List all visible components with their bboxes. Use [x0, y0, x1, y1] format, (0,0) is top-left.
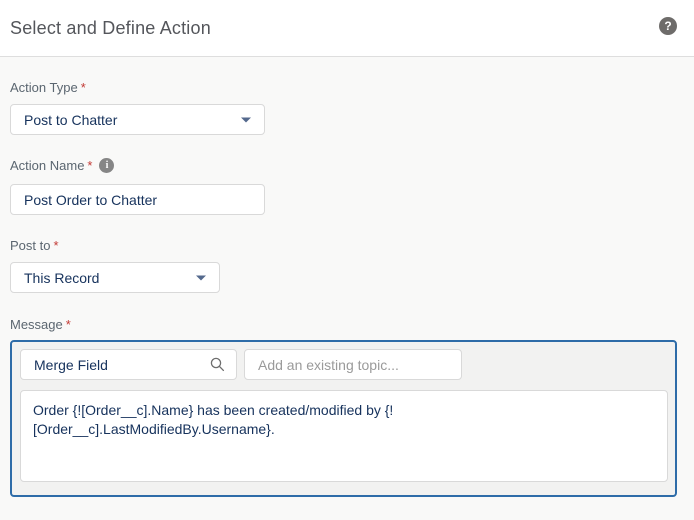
panel-header: Select and Define Action ? [0, 0, 694, 57]
post-to-selected-value: This Record [24, 270, 99, 286]
help-icon[interactable]: ? [659, 17, 677, 35]
info-icon[interactable]: i [99, 158, 114, 173]
required-asterisk: * [66, 317, 71, 332]
required-asterisk: * [53, 238, 58, 253]
post-to-label-row: Post to* [10, 238, 59, 253]
message-composer: Merge Field Order {![Order__c].Name} has… [10, 340, 677, 497]
post-to-dropdown[interactable]: This Record [10, 262, 220, 293]
chevron-down-icon [196, 275, 206, 280]
action-name-input[interactable] [10, 184, 265, 215]
merge-field-label: Merge Field [34, 357, 210, 373]
chevron-down-icon [241, 117, 251, 122]
action-type-selected-value: Post to Chatter [24, 112, 117, 128]
action-type-dropdown[interactable]: Post to Chatter [10, 104, 265, 135]
merge-field-lookup[interactable]: Merge Field [20, 349, 237, 380]
message-body-textarea[interactable]: Order {![Order__c].Name} has been create… [20, 390, 668, 482]
required-asterisk: * [81, 80, 86, 95]
action-name-label: Action Name [10, 158, 84, 173]
add-topic-input[interactable] [244, 349, 462, 380]
message-label: Message [10, 317, 63, 332]
page-title: Select and Define Action [10, 18, 211, 39]
search-icon[interactable] [210, 357, 225, 372]
post-to-label: Post to [10, 238, 50, 253]
required-asterisk: * [87, 158, 92, 173]
message-label-row: Message* [10, 317, 71, 332]
action-name-label-row: Action Name* i [10, 158, 114, 173]
action-type-label-row: Action Type* [10, 80, 86, 95]
action-type-label: Action Type [10, 80, 78, 95]
